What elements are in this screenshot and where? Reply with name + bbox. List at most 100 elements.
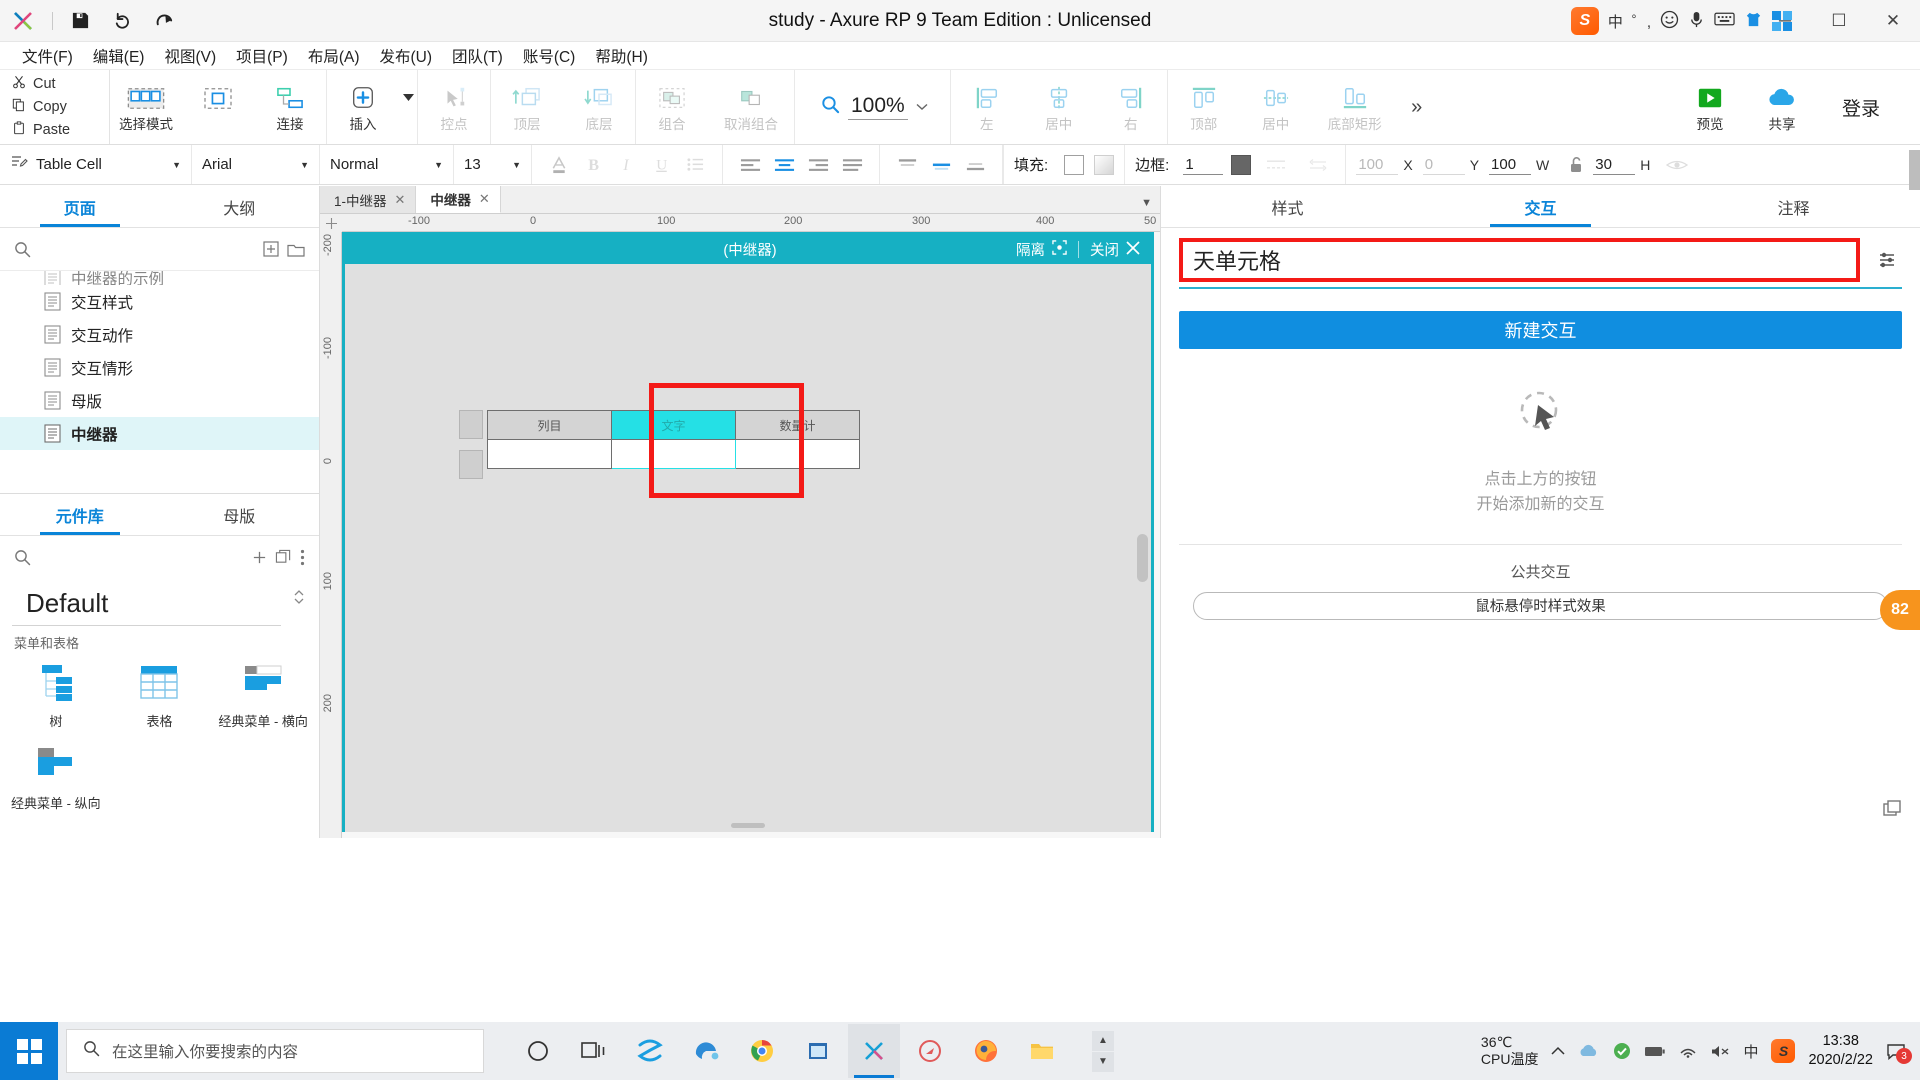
app-edge-icon[interactable] xyxy=(680,1024,732,1078)
table-header-cell-1[interactable]: 列目 xyxy=(487,410,612,440)
bold-icon[interactable]: B xyxy=(576,148,610,182)
table-body-cell-2[interactable] xyxy=(611,439,736,469)
fill-color-swatch[interactable] xyxy=(1064,154,1085,175)
contained-select-button[interactable] xyxy=(182,70,254,144)
tab-list-dropdown-icon[interactable]: ▼ xyxy=(1141,197,1152,209)
interaction-settings-icon[interactable] xyxy=(1872,250,1902,270)
align-center-button[interactable]: 居中 xyxy=(1023,70,1095,144)
repeater-canvas-body[interactable]: 列目 文字 数量计 xyxy=(345,264,1151,832)
page-item-interaction-case[interactable]: 交互情形 xyxy=(0,351,319,384)
scroll-up-icon[interactable]: ▲ xyxy=(1092,1030,1114,1051)
tab-masters[interactable]: 母版 xyxy=(160,494,320,535)
cpu-temperature[interactable]: 36℃ CPU温度 xyxy=(1481,1034,1539,1069)
save-icon[interactable] xyxy=(59,0,101,42)
canvas-vertical-scrollbar[interactable] xyxy=(1137,534,1148,582)
search-icon[interactable] xyxy=(14,549,31,566)
ungroup-button[interactable]: 取消组合 xyxy=(708,70,794,144)
search-icon[interactable] xyxy=(14,241,31,258)
app-chrome-icon[interactable] xyxy=(736,1024,788,1078)
visibility-eye-icon[interactable] xyxy=(1660,148,1694,182)
ime-lang-label[interactable]: 中 xyxy=(1608,11,1623,32)
sogou-icon[interactable]: S xyxy=(1570,7,1599,35)
taskbar-clock[interactable]: 13:38 2020/2/22 xyxy=(1808,1032,1873,1070)
app-firefox-icon[interactable] xyxy=(960,1024,1012,1078)
widget-tree[interactable]: 树 xyxy=(4,662,108,730)
lock-aspect-icon[interactable] xyxy=(1559,148,1593,182)
ime-lang-tray-label[interactable]: 中 xyxy=(1743,1041,1758,1062)
tab-interactions[interactable]: 交互 xyxy=(1414,186,1667,227)
menu-edit[interactable]: 编辑(E) xyxy=(83,45,155,67)
fill-gradient-swatch[interactable] xyxy=(1094,154,1115,175)
align-middle-button[interactable]: 居中 xyxy=(1240,70,1312,144)
ime-punct-label[interactable]: ゜, xyxy=(1632,11,1651,32)
tab-outline[interactable]: 大纲 xyxy=(160,186,320,227)
redo-icon[interactable] xyxy=(143,0,185,42)
send-to-back-button[interactable]: 底层 xyxy=(563,70,635,144)
insert-button[interactable]: 插入 xyxy=(327,70,399,144)
canvas-resize-grip[interactable] xyxy=(731,823,765,828)
font-select[interactable]: Arial ▼ xyxy=(192,145,320,184)
connect-button[interactable]: 连接 xyxy=(254,70,326,144)
height-input[interactable] xyxy=(1593,154,1636,175)
text-align-justify-icon[interactable] xyxy=(835,148,869,182)
text-align-left-icon[interactable] xyxy=(733,148,767,182)
tab-notes[interactable]: 注释 xyxy=(1667,186,1920,227)
menu-layout[interactable]: 布局(A) xyxy=(298,45,370,67)
app-axure-icon[interactable] xyxy=(848,1024,900,1078)
design-canvas[interactable]: (中继器) 隔离 关闭 列目 文字 数量计 xyxy=(342,232,1160,838)
ribbon-more-icon[interactable]: » xyxy=(1398,96,1436,119)
page-item-repeater-example[interactable]: 中继器的示例 xyxy=(0,271,319,285)
page-item-interaction-action[interactable]: 交互动作 xyxy=(0,318,319,351)
zoom-value[interactable]: 100% xyxy=(848,94,908,120)
network-icon[interactable] xyxy=(1679,1044,1697,1058)
italic-icon[interactable]: I xyxy=(610,148,644,182)
library-options-icon[interactable] xyxy=(300,549,305,566)
cortana-icon[interactable] xyxy=(512,1024,564,1078)
control-point-button[interactable]: 控点 xyxy=(418,70,490,144)
border-width-input[interactable] xyxy=(1183,154,1224,175)
library-name[interactable]: Default xyxy=(12,578,281,626)
microphone-icon[interactable] xyxy=(1688,10,1705,33)
add-page-icon[interactable] xyxy=(263,241,279,257)
sogou-tray-icon[interactable]: S xyxy=(1771,1039,1796,1063)
row-handle-header[interactable] xyxy=(459,410,483,439)
taskbar-search-box[interactable]: 在这里输入你要搜索的内容 xyxy=(66,1029,484,1073)
battery-icon[interactable] xyxy=(1644,1045,1666,1058)
scroll-down-icon[interactable]: ▼ xyxy=(1092,1051,1114,1072)
x-input[interactable] xyxy=(1356,154,1399,175)
style-select[interactable]: Table Cell ▼ xyxy=(0,145,192,184)
app-right-scrollbar[interactable] xyxy=(1909,150,1920,190)
menu-project[interactable]: 项目(P) xyxy=(226,45,298,67)
widget-name-input[interactable] xyxy=(1179,238,1860,282)
menu-account[interactable]: 账号(C) xyxy=(513,45,586,67)
close-tab-icon[interactable]: ✕ xyxy=(395,192,406,208)
keyboard-icon[interactable] xyxy=(1714,11,1735,31)
widget-classic-menu-horizontal[interactable]: 经典菜单 - 横向 xyxy=(211,662,315,730)
login-button[interactable]: 登录 xyxy=(1818,94,1904,121)
insert-dropdown-icon[interactable] xyxy=(399,94,417,120)
undo-icon[interactable] xyxy=(101,0,143,42)
copy-button[interactable]: Copy xyxy=(12,97,109,118)
border-style-icon[interactable] xyxy=(1259,148,1293,182)
security-shield-icon[interactable] xyxy=(1613,1042,1631,1060)
zoom-search-icon[interactable] xyxy=(821,95,840,119)
table-header-cell-2-selected[interactable]: 文字 xyxy=(611,410,736,440)
panel-collapse-icon[interactable] xyxy=(1882,799,1902,824)
new-interaction-button[interactable]: 新建交互 xyxy=(1179,311,1902,349)
underline-icon[interactable]: U xyxy=(644,148,678,182)
font-size-select[interactable]: 13 ▼ xyxy=(454,145,532,184)
font-size-caret-icon[interactable]: ▼ xyxy=(512,160,521,170)
close-tab-icon[interactable]: ✕ xyxy=(479,191,490,207)
align-top-button[interactable]: 顶部 xyxy=(1168,70,1240,144)
valign-middle-icon[interactable] xyxy=(924,148,958,182)
font-caret-icon[interactable]: ▼ xyxy=(300,160,309,170)
table-body-cell-1[interactable] xyxy=(487,439,612,469)
tab-pages[interactable]: 页面 xyxy=(0,186,160,227)
menu-help[interactable]: 帮助(H) xyxy=(585,45,658,67)
width-input[interactable] xyxy=(1489,154,1532,175)
library-expand-icon[interactable] xyxy=(293,588,319,617)
y-input[interactable] xyxy=(1422,154,1465,175)
border-color-swatch[interactable] xyxy=(1231,154,1252,175)
canvas-tab-2[interactable]: 中继器 ✕ xyxy=(416,186,501,213)
maximize-button[interactable]: ☐ xyxy=(1812,0,1866,42)
